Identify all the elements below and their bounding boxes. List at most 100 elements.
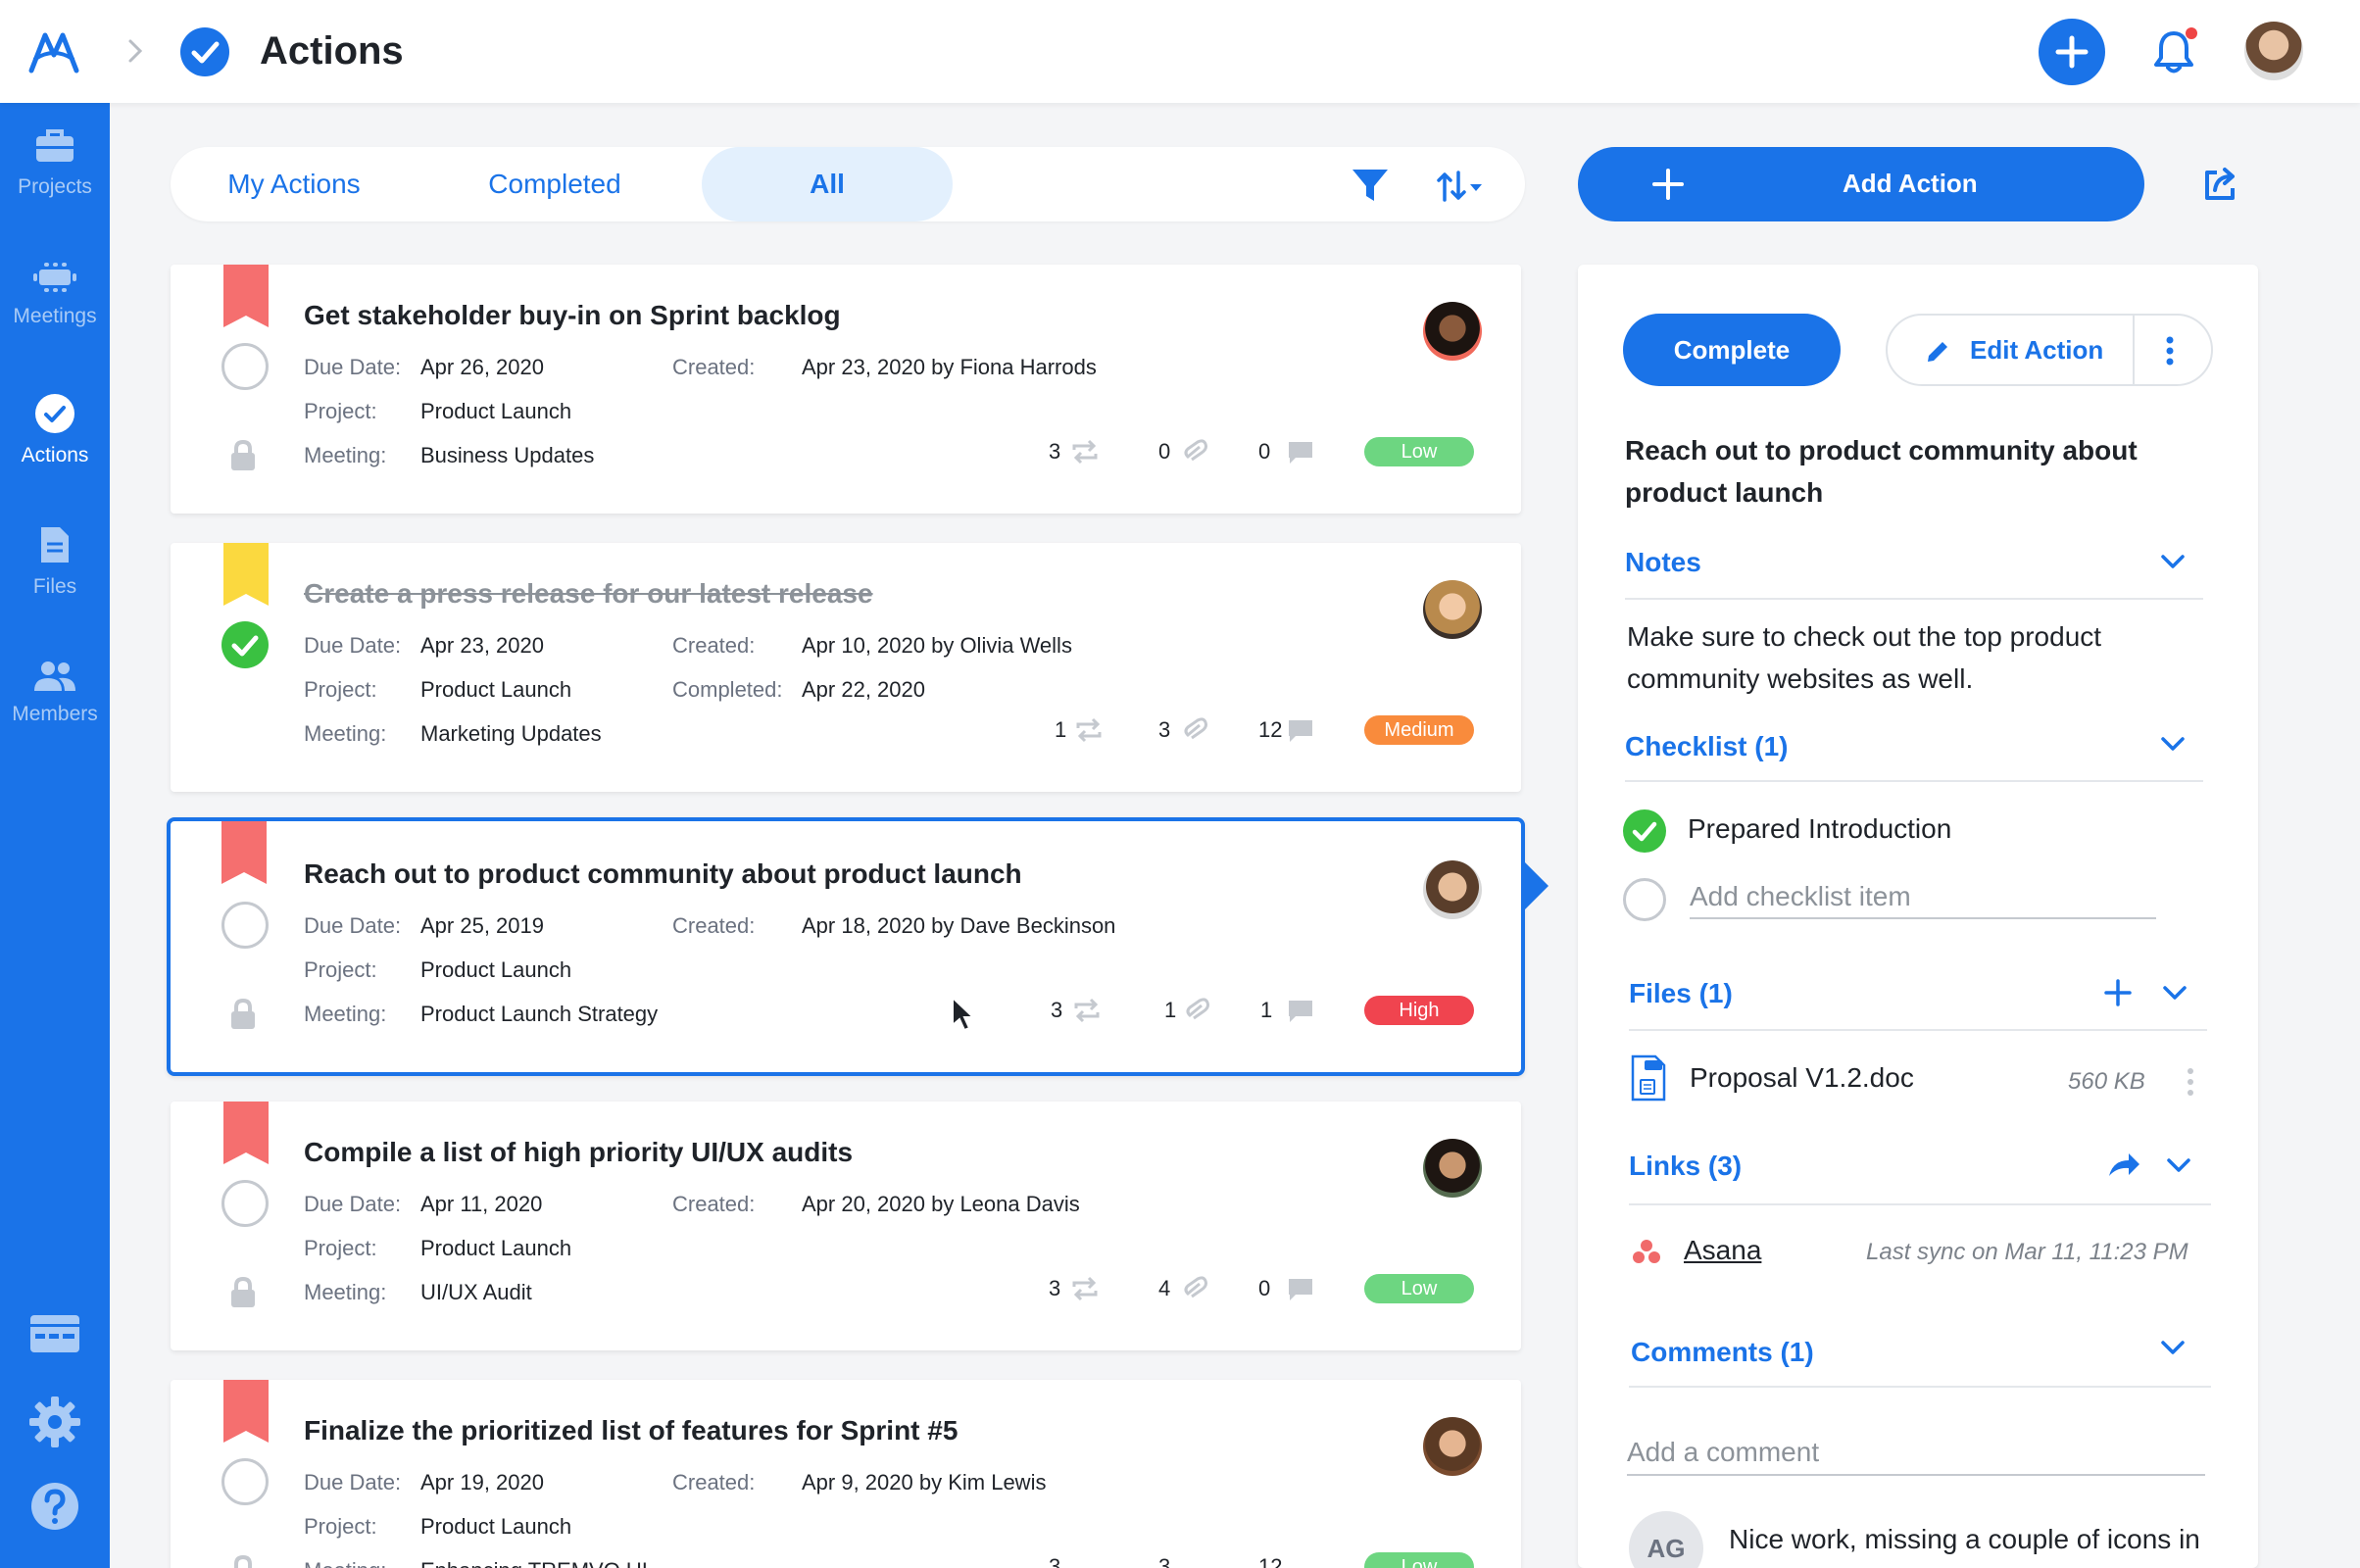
chevron-down-icon[interactable] [2160,553,2186,570]
action-title[interactable]: Finalize the prioritized list of feature… [304,1415,958,1446]
priority-badge: Low [1364,1552,1474,1568]
action-card[interactable]: Finalize the prioritized list of feature… [171,1380,1521,1568]
priority-badge: Low [1364,1274,1474,1303]
gear-icon[interactable] [27,1395,82,1449]
due-date-label: Due Date: [304,1192,402,1216]
link-sync-status: Last sync on Mar 11, 11:23 PM [1866,1239,2188,1265]
action-title[interactable]: Compile a list of high priority UI/UX au… [304,1137,853,1168]
sidebar-item-members[interactable]: Members [0,660,110,777]
chevron-down-icon[interactable] [2160,735,2186,753]
tab-all[interactable]: All [702,147,953,221]
app-logo[interactable] [27,29,80,74]
add-action-button[interactable]: Add Action [1578,147,2144,221]
completed-check-icon[interactable] [221,621,269,668]
due-date-value: Apr 11, 2020 [420,1192,543,1216]
action-title[interactable]: Reach out to product community about pro… [304,858,1022,890]
action-title[interactable]: Create a press release for our latest re… [304,578,873,610]
add-file-icon[interactable] [2103,978,2133,1007]
checklist-check-icon[interactable] [1623,809,1666,853]
link-name[interactable]: Asana [1684,1235,1761,1266]
assignee-avatar[interactable] [1423,1139,1482,1198]
checklist-item-input[interactable] [1690,876,2156,919]
edit-action-label: Edit Action [1970,335,2104,365]
created-value: Apr 18, 2020 by Dave Beckinson [802,913,1116,938]
action-card[interactable]: Create a press release for our latest re… [171,543,1521,792]
add-action-label: Add Action [1843,169,1978,198]
export-icon[interactable] [2201,165,2240,204]
complete-checkbox[interactable] [221,1180,269,1227]
doc-file-icon [1631,1054,1666,1102]
files-heading[interactable]: Files (1) [1629,978,1733,1009]
file-name[interactable]: Proposal V1.2.doc [1690,1062,1914,1094]
flag-shape [223,265,269,327]
comment-icon [1289,1001,1312,1022]
project-value: Product Launch [420,677,572,702]
sidebar-item-meetings[interactable]: Meetings [0,260,110,377]
comment-count: 1 [1260,998,1273,1022]
meeting-label: Meeting: [304,443,387,467]
complete-checkbox[interactable] [221,343,269,390]
chevron-down-icon[interactable] [2166,1156,2191,1174]
repeat-icon [1074,998,1100,1023]
checklist-item-label: Prepared Introduction [1688,813,1952,844]
complete-checkbox[interactable] [221,902,269,949]
attachment-count: 3 [1158,717,1171,742]
comments-heading[interactable]: Comments (1) [1631,1337,1814,1368]
links-heading[interactable]: Links (3) [1629,1151,1742,1182]
user-avatar[interactable] [2244,22,2303,80]
action-card[interactable]: Compile a list of high priority UI/UX au… [171,1102,1521,1350]
action-filter-tabs: My Actions Completed All [171,147,1525,221]
file-icon [41,527,69,563]
flag-icon [223,265,269,327]
file-more-icon[interactable] [2186,1066,2195,1098]
action-title[interactable]: Get stakeholder buy-in on Sprint backlog [304,300,841,331]
due-date-label: Due Date: [304,1470,402,1494]
chevron-down-icon[interactable] [2160,1339,2186,1356]
edit-action-button[interactable]: Edit Action [1886,314,2213,386]
more-options-icon[interactable] [2164,335,2176,367]
help-icon[interactable] [27,1479,82,1534]
sort-icon[interactable] [1435,169,1484,204]
comment-icon [1289,442,1312,464]
action-card[interactable]: Get stakeholder buy-in on Sprint backlog… [171,265,1521,514]
meeting-label: Meeting: [304,1558,386,1568]
assignee-avatar[interactable] [1423,1417,1482,1476]
divider [1625,780,2203,782]
sidebar-item-projects[interactable]: Projects [0,126,110,244]
created-label: Created: [672,633,756,658]
meeting-label: Meeting: [304,1002,387,1026]
checklist-new-checkbox[interactable] [1623,878,1666,921]
share-link-icon[interactable] [2107,1151,2140,1180]
project-value: Product Launch [420,1514,572,1539]
tab-completed[interactable]: Completed [431,147,678,221]
dashboard-icon[interactable] [27,1306,82,1361]
sidebar-item-files[interactable]: Files [0,524,110,642]
tab-my-actions[interactable]: My Actions [171,147,418,221]
attachment-count: 3 [1158,1554,1171,1568]
action-card-selected[interactable]: Reach out to product community about pro… [167,817,1525,1076]
assignee-avatar[interactable] [1423,580,1482,639]
commenter-avatar: AG [1629,1511,1703,1568]
filter-icon[interactable] [1351,167,1390,204]
notes-body: Make sure to check out the top product c… [1627,621,2102,694]
chevron-down-icon[interactable] [2162,984,2188,1002]
due-date-label: Due Date: [304,355,402,379]
project-value: Product Launch [420,1236,572,1260]
assignee-avatar[interactable] [1423,860,1482,919]
attachment-count: 4 [1158,1276,1171,1300]
sidebar-item-actions[interactable]: Actions [0,393,110,511]
comment-input[interactable] [1627,1431,2205,1476]
assignee-avatar[interactable] [1423,302,1482,361]
project-label: Project: [304,957,377,982]
complete-checkbox[interactable] [221,1458,269,1505]
notes-heading[interactable]: Notes [1625,547,1701,578]
complete-button[interactable]: Complete [1623,314,1841,386]
repeat-count: 3 [1049,1554,1061,1568]
create-button[interactable] [2039,19,2105,85]
completed-label: Completed: [672,677,783,702]
briefcase-icon [36,129,74,162]
checklist-heading[interactable]: Checklist (1) [1625,731,1789,762]
meeting-value: Product Launch Strategy [420,1002,659,1026]
project-value: Product Launch [420,957,572,982]
comment-count: 12 [1258,717,1283,742]
